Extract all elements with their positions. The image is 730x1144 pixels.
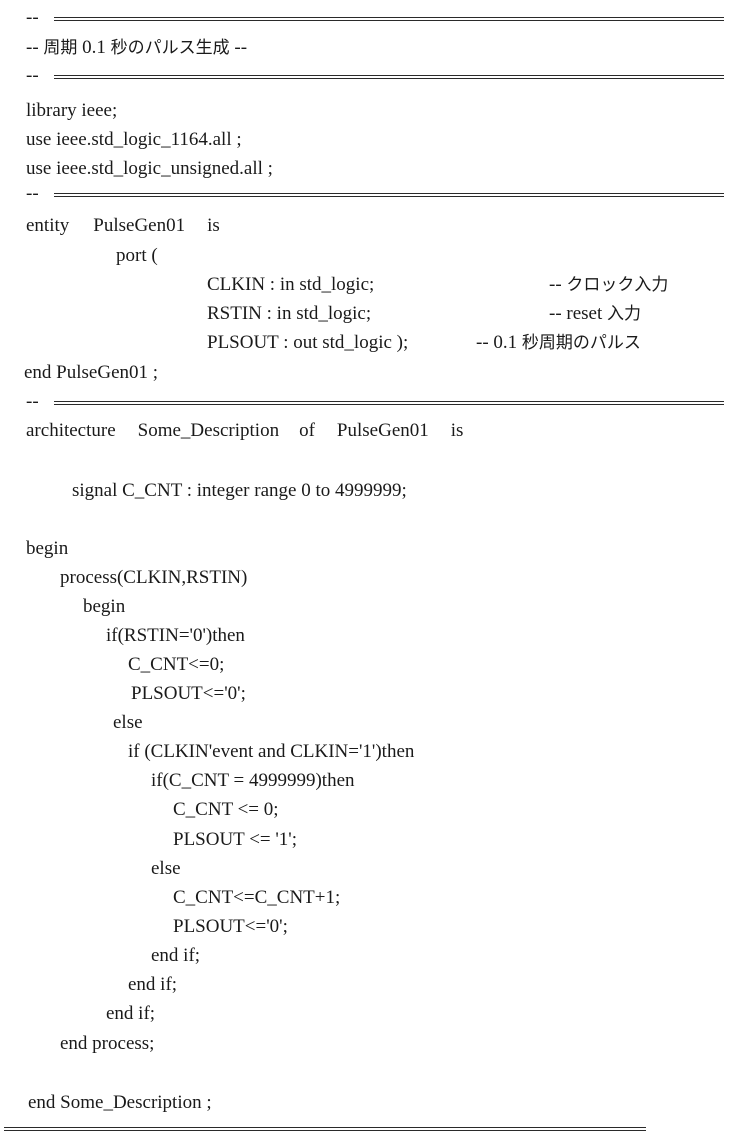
code-line: PLSOUT<='0';: [131, 683, 246, 704]
architecture-end: end Some_Description ;: [28, 1092, 212, 1113]
code-line: begin: [26, 538, 69, 559]
separator-rule: [54, 401, 724, 405]
header-comment-suffix: --: [229, 37, 248, 58]
entity-end: end PulseGen01 ;: [24, 362, 159, 383]
code-line: C_CNT <= 0;: [173, 799, 279, 820]
code-line: C_CNT<=C_CNT+1;: [173, 887, 341, 908]
header-comment-prefix: --: [26, 37, 44, 58]
code-line: end process;: [60, 1033, 155, 1054]
code-line: PLSOUT<='0';: [173, 916, 288, 937]
architecture-declaration: architecture Some_Description of PulseGen01…: [26, 419, 463, 443]
header-title-jp2: 秒のパルス生成: [110, 38, 230, 58]
architecture-name: Some_Description: [137, 420, 280, 441]
code-line: else: [113, 712, 143, 733]
separator-rule: [54, 17, 724, 21]
separator-dash: --: [26, 183, 39, 204]
is-keyword: is: [207, 215, 220, 236]
entity-name: PulseGen01: [93, 215, 186, 236]
code-line: if(RSTIN='0')then: [106, 625, 245, 646]
architecture-entity-name: PulseGen01: [336, 420, 429, 441]
header-comment: -- 周期 0.1 秒のパルス生成 --: [26, 36, 247, 60]
signal-declaration: signal C_CNT : integer range 0 to 499999…: [72, 480, 407, 501]
header-title-num: 0.1: [77, 37, 111, 58]
is-keyword: is: [450, 420, 464, 441]
port-line: CLKIN : in std_logic;: [207, 274, 375, 295]
separator-dash: --: [26, 65, 39, 86]
port-open: port (: [116, 245, 158, 266]
architecture-keyword: architecture: [26, 420, 116, 441]
use-line: use ieee.std_logic_unsigned.all ;: [26, 158, 273, 179]
code-line: C_CNT<=0;: [128, 654, 225, 675]
code-line: end if;: [151, 945, 201, 966]
use-line: use ieee.std_logic_1164.all ;: [26, 129, 242, 150]
library-line: library ieee;: [26, 100, 118, 121]
code-line: begin: [83, 596, 126, 617]
code-line: end if;: [106, 1003, 156, 1024]
separator-rule: [4, 1127, 646, 1131]
code-line: end if;: [128, 974, 178, 995]
code-line: PLSOUT <= '1';: [173, 829, 298, 850]
code-line: else: [151, 858, 181, 879]
header-title-jp: 周期: [43, 38, 78, 58]
of-keyword: of: [299, 420, 315, 441]
code-line: if (CLKIN'event and CLKIN='1')then: [128, 741, 415, 762]
code-line: process(CLKIN,RSTIN): [60, 567, 248, 588]
port-comment: -- クロック入力: [549, 274, 669, 295]
entity-keyword: entity: [26, 215, 70, 236]
port-line: RSTIN : in std_logic;: [207, 303, 372, 324]
port-line: PLSOUT : out std_logic );: [207, 332, 409, 353]
port-comment: -- reset 入力: [549, 303, 642, 324]
separator-rule: [54, 75, 724, 79]
entity-declaration: entity PulseGen01 is: [26, 214, 220, 238]
code-line: if(C_CNT = 4999999)then: [151, 770, 355, 791]
port-comment: -- 0.1 秒周期のパルス: [476, 332, 641, 353]
separator-dash: --: [26, 391, 39, 412]
vhdl-source-page: -- -- 周期 0.1 秒のパルス生成 -- -- library ieee;…: [0, 0, 730, 1144]
separator-rule: [54, 193, 724, 197]
separator-dash: --: [26, 7, 39, 28]
